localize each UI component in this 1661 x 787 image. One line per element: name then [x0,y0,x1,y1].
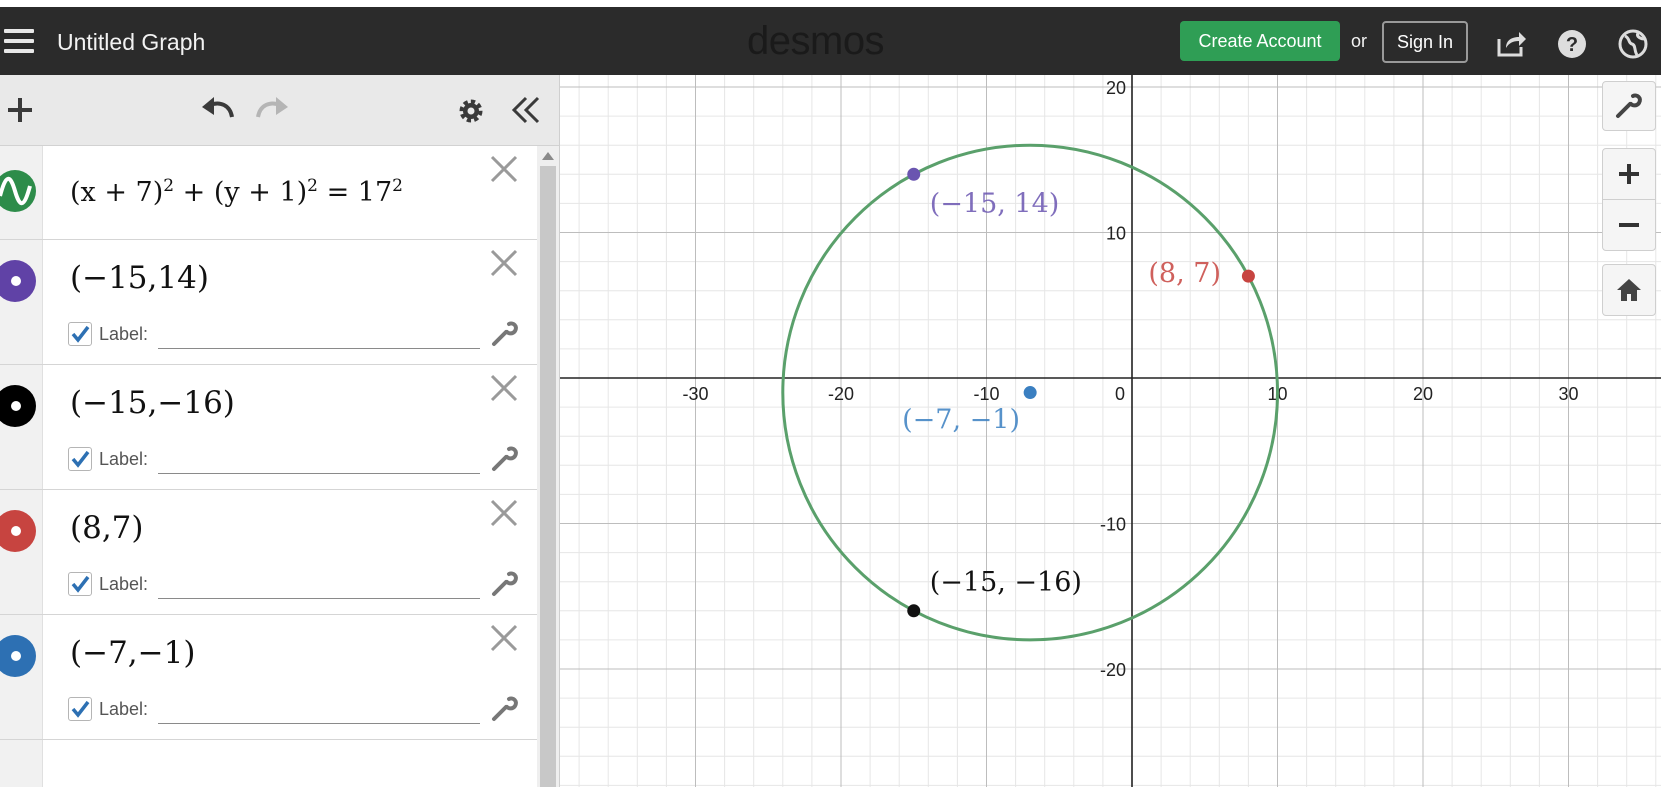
window-top-strip [0,0,1661,7]
create-account-button[interactable]: Create Account [1180,21,1340,61]
y-tick-label: 20 [1106,78,1126,98]
expression-panel: (x + 7)2 + (y + 1)2 = 172 (−15,14) Label… [0,75,560,787]
globe-icon[interactable] [1616,27,1650,61]
settings-icon[interactable] [456,96,486,126]
point-color-icon[interactable] [0,385,36,427]
point-label: (−15, 14) [930,188,1060,219]
wrench-icon [1616,93,1642,118]
graph-canvas[interactable]: -30 -20 -10 0 10 20 30 20 10 -10 -20 (−15, 14) (−15,… [560,75,1661,787]
add-icon[interactable] [5,95,35,125]
point-color-icon[interactable] [0,260,36,302]
zoom-out-button[interactable] [1602,199,1656,251]
y-tick-label: -10 [1100,515,1126,535]
label-caption: Label: [99,574,149,594]
y-tick-label: 10 [1106,224,1126,244]
point-color-icon[interactable] [0,510,36,552]
label-checkbox[interactable] [68,572,92,596]
x-tick-label: 0 [1115,384,1125,404]
point-marker [1241,269,1255,283]
label-checkbox[interactable] [68,447,92,471]
point-marker [907,604,921,618]
wrench-icon[interactable] [491,320,519,348]
delete-expression-icon[interactable] [489,248,519,278]
wrench-icon[interactable] [491,695,519,723]
svg-text:?: ? [1566,34,1578,56]
top-bar: Untitled Graph desmos Create Account or … [0,7,1661,75]
point-marker [1023,386,1037,400]
label-input[interactable] [158,695,480,724]
collapse-icon[interactable] [510,95,542,125]
scroll-up-icon[interactable] [542,152,554,160]
label-caption: Label: [99,699,149,719]
sign-in-button[interactable]: Sign In [1382,21,1468,63]
delete-expression-icon[interactable] [489,623,519,653]
expression-row[interactable]: (x + 7)2 + (y + 1)2 = 172 [0,146,537,240]
label-caption: Label: [99,324,149,344]
x-tick-label: 30 [1558,384,1578,404]
expression-math[interactable]: (−15,−16) [70,385,235,421]
expression-list: (x + 7)2 + (y + 1)2 = 172 (−15,14) Label… [0,146,537,787]
label-checkbox[interactable] [68,697,92,721]
desmos-logo: desmos [747,19,885,63]
x-tick-label: 20 [1413,384,1433,404]
point-label: (−15, −16) [930,567,1082,598]
zoom-in-button[interactable] [1602,148,1656,200]
graph-settings-button[interactable] [1602,81,1656,131]
x-tick-label: -20 [828,384,854,404]
point-color-icon[interactable] [0,635,36,677]
expression-math[interactable]: (−7,−1) [70,635,195,671]
zoom-in-icon [1619,164,1639,184]
share-icon[interactable] [1494,27,1528,61]
expression-row[interactable]: (−7,−1) Label: [0,615,537,740]
x-tick-label: -10 [973,384,999,404]
graph-svg[interactable]: -30 -20 -10 0 10 20 302010-10-20(−15, 14)(−15,… [560,75,1661,787]
label-caption: Label: [99,449,149,469]
menu-icon[interactable] [4,29,34,55]
point-label: (−7, −1) [902,405,1020,436]
graph-title[interactable]: Untitled Graph [57,29,205,56]
label-input[interactable] [158,570,480,599]
or-text: or [1351,31,1368,51]
expression-scrollbar[interactable] [537,146,559,787]
point-label: (8, 7) [1148,258,1221,289]
expression-math[interactable]: (x + 7)2 + (y + 1)2 = 172 [70,176,403,208]
expression-row[interactable]: (−15,−16) Label: [0,365,537,490]
home-icon [1617,279,1641,301]
y-tick-label: -20 [1100,660,1126,680]
label-checkbox[interactable] [68,322,92,346]
point-marker [907,167,921,181]
zoom-out-icon [1619,223,1639,227]
default-viewport-button[interactable] [1602,264,1656,316]
expression-row[interactable]: (8,7) Label: [0,490,537,615]
scroll-thumb[interactable] [540,166,556,787]
expression-row[interactable]: (−15,14) Label: [0,240,537,365]
wrench-icon[interactable] [491,570,519,598]
redo-icon[interactable] [254,95,290,123]
help-icon[interactable]: ? [1555,27,1589,61]
label-input[interactable] [158,445,480,474]
wrench-icon[interactable] [491,445,519,473]
expression-toolbar [0,75,559,146]
expression-math[interactable]: (−15,14) [70,260,209,296]
undo-icon[interactable] [200,95,236,123]
delete-expression-icon[interactable] [489,498,519,528]
graph-toggle-icon[interactable] [0,170,36,212]
expression-math[interactable]: (8,7) [70,510,144,546]
x-tick-label: -30 [682,384,708,404]
delete-expression-icon[interactable] [489,154,519,184]
label-input[interactable] [158,320,480,349]
delete-expression-icon[interactable] [489,373,519,403]
